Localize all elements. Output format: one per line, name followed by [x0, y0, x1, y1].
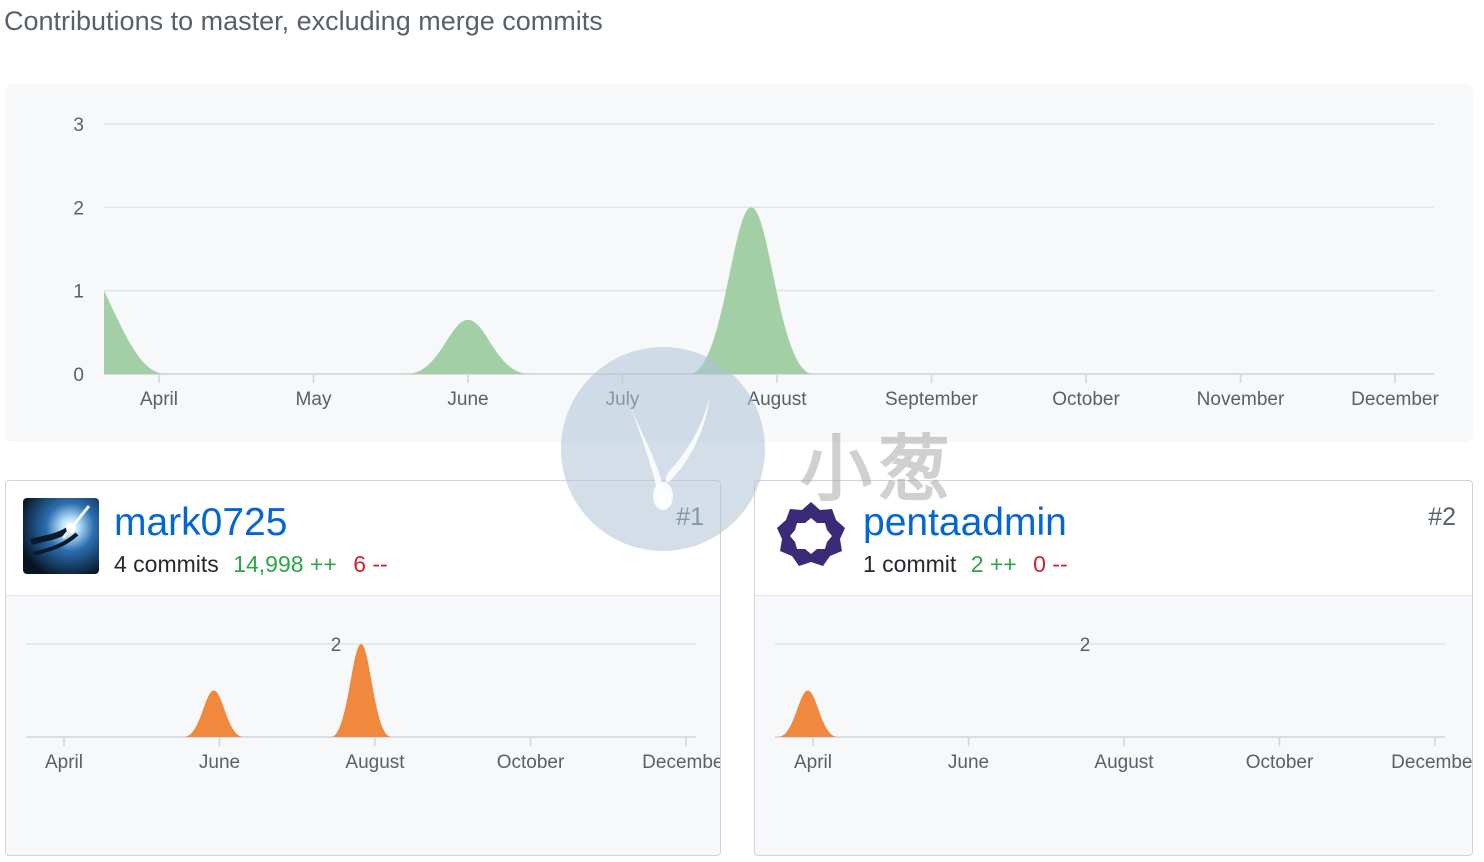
- data-peak: [406, 319, 530, 374]
- x-tick-label: September: [885, 389, 979, 410]
- x-tick-label: December: [1351, 389, 1439, 410]
- x-tick-label: October: [1246, 752, 1314, 773]
- deletions-count: 6 --: [353, 551, 388, 577]
- x-tick-label: August: [747, 389, 807, 410]
- comet-avatar-icon[interactable]: [23, 498, 99, 574]
- x-tick-label: December: [1391, 752, 1472, 773]
- data-peak: [331, 644, 392, 737]
- data-peak: [183, 690, 244, 737]
- x-tick-label: June: [948, 752, 989, 773]
- contributor-stats: 1 commit 2 ++ 0 --: [863, 551, 1068, 578]
- y-tick-label: 2: [1080, 635, 1091, 656]
- additions-count: 2 ++: [970, 551, 1017, 577]
- contributor-card-header: mark0725 4 commits 14,998 ++ 6 -- #1: [6, 481, 720, 596]
- commits-link[interactable]: 1 commit: [863, 551, 956, 577]
- y-tick-label: 2: [73, 198, 84, 219]
- x-tick-label: November: [1197, 389, 1285, 410]
- x-tick-label: June: [447, 389, 488, 410]
- y-tick-label: 3: [73, 115, 84, 136]
- x-tick-label: December: [642, 752, 720, 773]
- x-tick-label: April: [140, 389, 178, 410]
- contributions-chart: 0 1 2 3 April May June July August September Octob…: [5, 84, 1473, 442]
- x-tick-label: October: [497, 752, 565, 773]
- y-tick-label: 0: [73, 365, 84, 386]
- additions-count: 14,998 ++: [233, 551, 337, 577]
- data-peak: [104, 290, 166, 374]
- contributor-chart: 2 April June August October December: [775, 635, 1472, 773]
- commits-link[interactable]: 4 commits: [114, 551, 219, 577]
- x-tick-label: August: [1094, 752, 1154, 773]
- x-tick-label: October: [1052, 389, 1120, 410]
- watermark-text: 小葱: [800, 427, 957, 511]
- contributor-card: mark0725 4 commits 14,998 ++ 6 -- #1 2 Ap…: [5, 480, 721, 856]
- deletions-count: 0 --: [1033, 551, 1068, 577]
- x-tick-label: April: [45, 752, 83, 773]
- contributor-rank: #2: [1428, 503, 1456, 531]
- contributor-card: pentaadmin 1 commit 2 ++ 0 -- #2 2 April J…: [754, 480, 1473, 856]
- x-tick-label: August: [345, 752, 405, 773]
- data-peak: [777, 690, 838, 737]
- x-tick-label: June: [199, 752, 240, 773]
- x-tick-label: May: [296, 389, 332, 410]
- x-tick-label: April: [794, 752, 832, 773]
- contributions-chart-svg: 0 1 2 3 April May June July August September Octob…: [73, 115, 1439, 410]
- contributor-chart: 2 April June August October December: [26, 635, 720, 773]
- contributor-stats: 4 commits 14,998 ++ 6 --: [114, 551, 388, 578]
- contributor-rank: #1: [676, 503, 704, 531]
- y-tick-label: 1: [73, 282, 84, 303]
- x-tick-label: July: [606, 389, 640, 410]
- contributor-username-link[interactable]: mark0725: [114, 501, 287, 545]
- y-tick-label: 2: [331, 635, 342, 656]
- page-title: Contributions to master, excluding merge…: [4, 6, 603, 36]
